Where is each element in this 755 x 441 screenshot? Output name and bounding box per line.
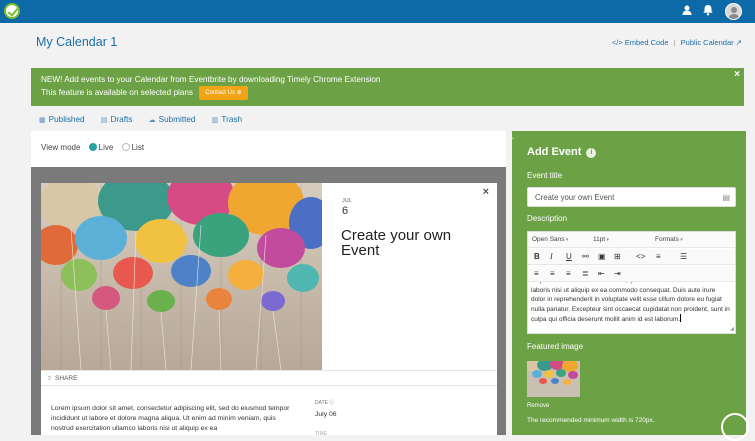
- add-event-title: Add Event i: [527, 146, 597, 158]
- tab-drafts[interactable]: ▤ Drafts: [101, 115, 132, 124]
- remove-image-link[interactable]: Remove: [527, 403, 549, 409]
- cloud-icon: ☁: [148, 117, 156, 124]
- event-status-tabs: ▦ Published ▤ Drafts ☁ Submitted ▥ Trash: [39, 115, 256, 124]
- event-hero-image: [41, 183, 322, 370]
- embed-code-link[interactable]: </> Embed Code: [612, 38, 669, 47]
- date-label-text: DATE: [315, 400, 328, 406]
- info-icon[interactable]: i: [586, 148, 597, 158]
- tab-drafts-label: Drafts: [110, 115, 133, 124]
- document-icon: ▤: [100, 117, 108, 124]
- share-button[interactable]: SHARE: [55, 375, 77, 382]
- resize-handle-icon[interactable]: ◢: [730, 326, 734, 332]
- date-value: July 06: [315, 411, 337, 418]
- text-caret: [680, 314, 682, 322]
- tab-published[interactable]: ▦ Published: [39, 115, 85, 124]
- align-left-icon[interactable]: ≡: [534, 269, 539, 278]
- time-label: TIME: [315, 431, 327, 437]
- modal-close-icon[interactable]: ×: [483, 186, 489, 198]
- outdent-icon[interactable]: ⇤: [598, 269, 605, 278]
- contact-us-button[interactable]: Contact Us ⊕: [199, 86, 248, 100]
- calendar-links: </> Embed Code | Public Calendar ↗: [612, 38, 742, 47]
- tab-submitted[interactable]: ☁ Submitted: [149, 115, 196, 124]
- tab-trash-label: Trash: [221, 115, 243, 124]
- event-preview-modal: × JUL 6 Create your own Event ⇪ SHARE Lor…: [41, 183, 497, 437]
- page-title: My Calendar 1: [36, 35, 118, 49]
- tab-submitted-label: Submitted: [158, 115, 196, 124]
- info-icon: ⓘ: [329, 400, 335, 406]
- align-right-icon[interactable]: ≡: [566, 269, 571, 278]
- align-center-icon[interactable]: ≡: [550, 269, 555, 278]
- event-description-preview: Lorem ipsum dolor sit amet, consectetur …: [51, 405, 290, 432]
- code-icon[interactable]: <>: [636, 252, 645, 261]
- date-label: DATE ⓘ: [315, 399, 334, 406]
- avatar[interactable]: [725, 3, 742, 20]
- formats-select[interactable]: Formats: [655, 236, 683, 243]
- trash-icon: ▥: [211, 117, 219, 124]
- align-justify-icon[interactable]: ≣: [582, 269, 589, 278]
- bullet-list-icon[interactable]: ☰: [680, 252, 687, 261]
- event-title-input[interactable]: Create your own Event ▤: [527, 187, 736, 207]
- image-icon[interactable]: ▣: [598, 252, 606, 261]
- view-mode-label: View mode: [41, 143, 81, 152]
- link-icon[interactable]: ⚯: [582, 252, 589, 261]
- min-width-note: The recommended minimum width is 720px.: [527, 417, 655, 424]
- banner-close-icon[interactable]: ×: [734, 68, 740, 81]
- font-family-select[interactable]: Open Sans: [532, 236, 568, 243]
- share-icon[interactable]: ⇪: [47, 375, 52, 382]
- font-size-select[interactable]: 11pt: [593, 236, 609, 243]
- event-title-value: Create your own Event: [535, 193, 615, 202]
- add-event-heading: Add Event: [527, 146, 582, 158]
- editor-toolbar-row-3: ≡ ≡ ≡ ≣ ⇤ ⇥: [528, 266, 735, 282]
- event-title-label: Event title: [527, 171, 563, 180]
- view-mode-selector: View mode Live List: [41, 143, 144, 152]
- event-month: JUL: [342, 198, 352, 204]
- tab-trash[interactable]: ▥ Trash: [212, 115, 242, 124]
- calendar-icon: ▦: [39, 117, 46, 124]
- featured-image-label: Featured image: [527, 342, 584, 351]
- top-nav-bar: [0, 0, 755, 23]
- table-icon[interactable]: ⊞: [614, 252, 621, 261]
- add-event-panel: ‹ Add Event i Event title Create your own…: [512, 131, 749, 441]
- event-day: 6: [342, 205, 349, 217]
- view-mode-live-radio[interactable]: [88, 143, 97, 151]
- underline-icon[interactable]: U: [566, 252, 572, 261]
- user-icon[interactable]: [680, 4, 694, 18]
- bell-icon[interactable]: [701, 4, 715, 18]
- italic-icon[interactable]: I: [550, 252, 553, 261]
- share-bar: ⇪ SHARE: [41, 370, 497, 386]
- description-editor[interactable]: Open Sans 11pt Formats B I U ⚯ ▣ ⊞ <> ≡ …: [527, 231, 736, 334]
- banner-line-2-wrap: This feature is available on selected pl…: [41, 86, 734, 100]
- bold-icon[interactable]: B: [534, 252, 540, 261]
- editor-content[interactable]: aliqua. Ut enim ad minim veniam, quis no…: [531, 282, 731, 332]
- editor-toolbar-row-1: Open Sans 11pt Formats: [528, 232, 735, 248]
- featured-image-thumbnail[interactable]: [527, 361, 580, 397]
- view-mode-list-radio[interactable]: [121, 143, 130, 151]
- link-separator: |: [673, 38, 676, 47]
- banner-line-2: This feature is available on selected pl…: [41, 88, 194, 98]
- banner-line-1: NEW! Add events to your Calendar from Ev…: [41, 75, 381, 84]
- ordered-list-icon[interactable]: ≡: [656, 252, 661, 261]
- panel-collapse-handle[interactable]: ‹: [512, 136, 516, 144]
- view-mode-live-label[interactable]: Live: [99, 143, 114, 152]
- view-mode-list-label[interactable]: List: [132, 143, 144, 152]
- timely-logo-icon[interactable]: [4, 3, 20, 19]
- announcement-banner: NEW! Add events to your Calendar from Ev…: [31, 68, 744, 106]
- add-circle-icon[interactable]: [721, 413, 749, 441]
- editor-text: aliqua. Ut enim ad minim veniam, quis no…: [531, 282, 730, 323]
- event-title-preview: Create your own Event: [341, 227, 452, 259]
- id-card-icon: ▤: [722, 193, 730, 202]
- description-label: Description: [527, 214, 568, 223]
- indent-icon[interactable]: ⇥: [614, 269, 621, 278]
- tab-published-label: Published: [48, 115, 85, 124]
- public-calendar-link[interactable]: Public Calendar ↗: [681, 38, 742, 47]
- editor-toolbar-row-2: B I U ⚯ ▣ ⊞ <> ≡ ☰: [528, 249, 735, 265]
